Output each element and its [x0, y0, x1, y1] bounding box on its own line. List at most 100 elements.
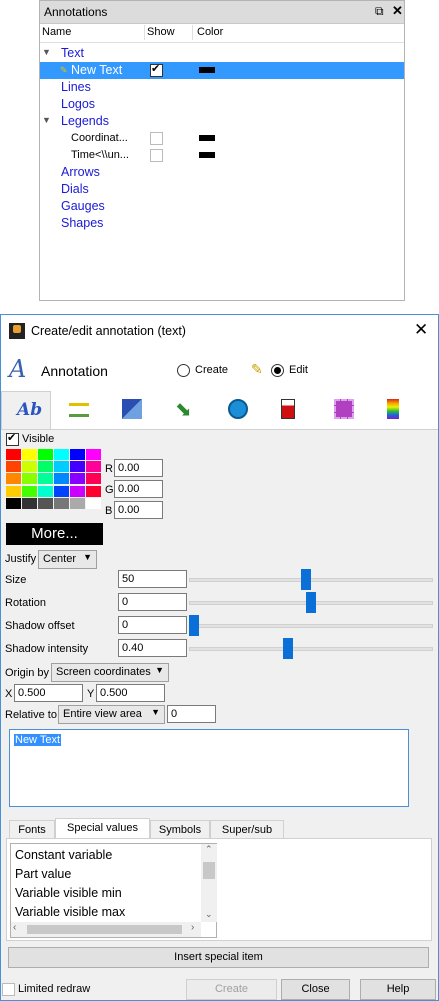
show-checkbox[interactable]	[150, 62, 163, 77]
shadow-intensity-slider-thumb[interactable]	[282, 638, 293, 659]
visible-checkbox[interactable]	[6, 431, 19, 446]
vertical-scrollbar[interactable]: ⌃ ⌄	[201, 844, 217, 922]
close-dialog-icon[interactable]: ✕	[414, 320, 428, 340]
color-cell[interactable]	[70, 461, 85, 473]
close-panel-icon[interactable]: ✕	[392, 3, 403, 19]
color-swatch[interactable]	[199, 135, 215, 141]
color-cell[interactable]	[54, 485, 69, 497]
shadow-intensity-slider[interactable]	[189, 647, 433, 651]
color-cell[interactable]	[86, 497, 101, 509]
tab-fonts[interactable]: Fonts	[9, 820, 55, 839]
g-field[interactable]: 0.00	[114, 480, 163, 498]
insert-special-item-button[interactable]: Insert special item	[8, 947, 429, 968]
r-field[interactable]: 0.00	[114, 459, 163, 477]
color-cell[interactable]	[38, 473, 53, 485]
column-color[interactable]: Color	[197, 26, 223, 38]
tree-item-arrows[interactable]: Arrows	[40, 164, 404, 181]
color-cell[interactable]	[22, 461, 37, 473]
show-checkbox[interactable]	[150, 149, 163, 162]
create-radio[interactable]	[177, 364, 190, 377]
tree-item-text[interactable]: ▼ Text	[40, 45, 404, 62]
edit-radio[interactable]	[271, 364, 284, 377]
color-cell[interactable]	[6, 497, 21, 509]
x-field[interactable]: 0.500	[14, 684, 83, 702]
color-cell[interactable]	[38, 497, 53, 509]
color-cell[interactable]	[86, 449, 101, 460]
limited-redraw-label[interactable]: Limited redraw	[18, 983, 90, 995]
size-slider-thumb[interactable]	[301, 569, 312, 590]
color-cell[interactable]	[54, 461, 69, 473]
origin-select[interactable]: Screen coordinates ▼	[51, 663, 169, 682]
color-cell[interactable]	[54, 497, 69, 509]
tab-logos[interactable]	[107, 391, 157, 429]
tree-item-coordinates[interactable]: Coordinat...	[40, 130, 404, 147]
scroll-left-icon[interactable]: ‹	[13, 922, 16, 933]
color-cell[interactable]	[6, 449, 21, 460]
tree-item-legends[interactable]: ▼ Legends	[40, 113, 404, 130]
list-item[interactable]: Part value	[15, 867, 71, 881]
color-cell[interactable]	[70, 473, 85, 485]
y-field[interactable]: 0.500	[96, 684, 165, 702]
tree-item-shapes[interactable]: Shapes	[40, 215, 404, 232]
tab-shapes[interactable]	[319, 391, 369, 429]
float-window-icon[interactable]: ⧉	[375, 4, 384, 19]
rotation-slider-thumb[interactable]	[306, 592, 316, 613]
list-item[interactable]: Constant variable	[15, 848, 112, 862]
color-cell[interactable]	[86, 485, 101, 497]
scroll-down-icon[interactable]: ⌄	[205, 909, 213, 920]
color-palette[interactable]	[6, 449, 103, 522]
scroll-thumb[interactable]	[203, 862, 215, 879]
tab-legends[interactable]	[372, 391, 422, 429]
shadow-offset-slider[interactable]	[189, 624, 433, 628]
show-checkbox[interactable]	[150, 132, 163, 145]
close-button[interactable]: Close	[281, 979, 350, 1000]
color-cell[interactable]	[86, 473, 101, 485]
list-item[interactable]: Variable visible max	[15, 905, 125, 919]
limited-redraw-checkbox[interactable]	[2, 983, 15, 996]
color-cell[interactable]	[70, 485, 85, 497]
horizontal-scrollbar[interactable]: ‹ ›	[11, 922, 201, 937]
tree-item-lines[interactable]: Lines	[40, 79, 404, 96]
column-name[interactable]: Name	[42, 26, 71, 38]
justify-select[interactable]: Center ▼	[38, 550, 97, 569]
tab-text[interactable]: Ab	[1, 391, 51, 429]
scroll-up-icon[interactable]: ⌃	[205, 844, 213, 855]
expand-arrow-icon[interactable]: ▼	[42, 115, 51, 125]
column-show[interactable]: Show	[147, 26, 175, 38]
create-radio-label[interactable]: Create	[195, 364, 228, 376]
edit-radio-label[interactable]: Edit	[289, 364, 308, 376]
color-cell[interactable]	[22, 497, 37, 509]
color-swatch[interactable]	[199, 67, 215, 73]
color-cell[interactable]	[70, 449, 85, 460]
tree-item-new-text[interactable]: ✎ New Text	[40, 62, 404, 79]
tab-arrows[interactable]: ⬊	[160, 391, 210, 429]
color-cell[interactable]	[54, 449, 69, 460]
visible-label[interactable]: Visible	[22, 433, 54, 445]
shadow-offset-field[interactable]: 0	[118, 616, 187, 634]
color-cell[interactable]	[38, 449, 53, 460]
tab-symbols[interactable]: Symbols	[150, 820, 210, 839]
tab-gauges[interactable]	[266, 391, 316, 429]
annotation-text-input[interactable]: New Text	[9, 729, 409, 807]
tree-item-logos[interactable]: Logos	[40, 96, 404, 113]
color-cell[interactable]	[86, 461, 101, 473]
scroll-right-icon[interactable]: ›	[191, 922, 194, 933]
special-values-list[interactable]: Constant variable Part value Variable vi…	[10, 843, 217, 938]
tree-item-gauges[interactable]: Gauges	[40, 198, 404, 215]
color-cell[interactable]	[6, 485, 21, 497]
color-cell[interactable]	[22, 473, 37, 485]
relative-index-field[interactable]: 0	[167, 705, 216, 723]
color-cell[interactable]	[6, 461, 21, 473]
tab-special-values[interactable]: Special values	[55, 818, 150, 839]
b-field[interactable]: 0.00	[114, 501, 163, 519]
shadow-offset-slider-thumb[interactable]	[189, 615, 199, 636]
tree-item-dials[interactable]: Dials	[40, 181, 404, 198]
color-cell[interactable]	[22, 485, 37, 497]
color-cell[interactable]	[54, 473, 69, 485]
expand-arrow-icon[interactable]: ▼	[42, 47, 51, 57]
tab-super-sub[interactable]: Super/sub	[210, 820, 284, 839]
color-cell[interactable]	[38, 461, 53, 473]
color-cell[interactable]	[22, 449, 37, 460]
more-colors-button[interactable]: More...	[6, 523, 103, 545]
create-button[interactable]: Create	[186, 979, 277, 1000]
